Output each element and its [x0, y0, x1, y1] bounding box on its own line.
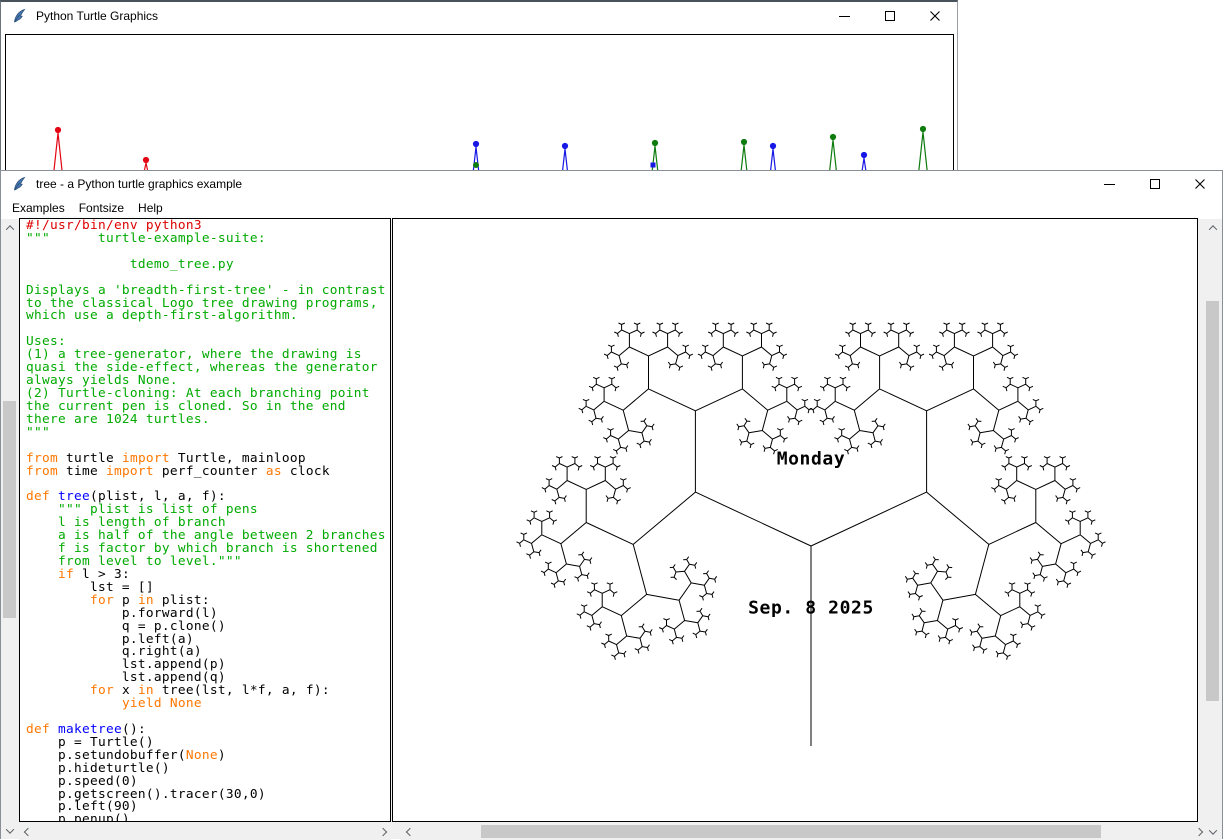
scroll-left-button[interactable]: [19, 823, 36, 840]
minimize-icon: [839, 16, 850, 17]
app-window-title: tree - a Python turtle graphics example: [36, 177, 242, 191]
scroll-right-button[interactable]: [1190, 823, 1207, 840]
tree-example-window: tree - a Python turtle graphics example …: [0, 170, 1223, 839]
code-line: there are 1024 turtles.: [26, 414, 386, 427]
code-line: [26, 323, 386, 336]
menu-item-examples[interactable]: Examples: [5, 198, 72, 218]
code-line: yield None: [26, 698, 386, 711]
scroll-down-button[interactable]: [1, 822, 18, 839]
figure-head-dot: [143, 157, 149, 163]
tk-feather-icon: [12, 176, 27, 192]
turtle-graphics-window: Python Turtle Graphics: [0, 0, 958, 175]
figure-head-dot: [861, 152, 867, 158]
maximize-icon: [885, 11, 895, 21]
code-vscrollbar[interactable]: [1, 219, 18, 839]
scroll-left-button[interactable]: [401, 823, 418, 840]
close-icon: [1194, 178, 1206, 190]
chevron-down-icon: [5, 825, 13, 833]
bg-window-title: Python Turtle Graphics: [36, 9, 158, 23]
code-panel[interactable]: #!/usr/bin/env python3""" turtle-example…: [19, 218, 391, 822]
code-hscrollbar[interactable]: [19, 823, 391, 840]
figure-head-dot: [473, 141, 479, 147]
chevron-left-icon: [23, 827, 31, 835]
app-minimize-button[interactable]: [1087, 171, 1132, 197]
code-line: tdemo_tree.py: [26, 259, 386, 272]
bg-close-button[interactable]: [912, 2, 957, 30]
stick-figure: [741, 145, 747, 173]
chevron-right-icon: [1194, 827, 1202, 835]
menu-item-fontsize[interactable]: Fontsize: [72, 198, 131, 218]
figure-head-dot: [741, 139, 747, 145]
bg-window-titlebar[interactable]: Python Turtle Graphics: [1, 2, 957, 30]
menu-item-help[interactable]: Help: [131, 198, 170, 218]
chevron-up-icon: [1208, 225, 1216, 233]
code-line: which use a depth-first-algorithm.: [26, 310, 386, 323]
figure-head-dot: [770, 143, 776, 149]
figure-square-mark: [651, 163, 656, 168]
figure-dot-mark: [473, 162, 479, 168]
code-line: p.penup(): [26, 814, 386, 822]
maximize-icon: [1150, 179, 1160, 189]
code-line: """ turtle-example-suite:: [26, 233, 386, 246]
code-text[interactable]: #!/usr/bin/env python3""" turtle-example…: [26, 220, 386, 822]
figure-head-dot: [652, 140, 658, 146]
canvas-annotation: Sep. 8 2025: [748, 598, 874, 619]
tk-feather-icon: [12, 8, 27, 24]
minimize-icon: [1104, 184, 1115, 185]
scroll-up-button[interactable]: [1, 219, 18, 236]
chevron-right-icon: [378, 827, 386, 835]
stick-figure: [919, 132, 928, 173]
close-icon: [929, 10, 941, 22]
figure-head-dot: [920, 126, 926, 132]
menubar: Examples Fontsize Help: [1, 197, 1222, 219]
app-close-button[interactable]: [1177, 171, 1222, 197]
stick-figure: [473, 147, 479, 172]
turtle-canvas: Monday Sep. 8 2025: [392, 218, 1198, 822]
canvas-annotation: Monday: [777, 449, 846, 470]
chevron-up-icon: [5, 225, 13, 233]
canvas-hscrollbar[interactable]: [401, 823, 1207, 840]
app-titlebar[interactable]: tree - a Python turtle graphics example: [1, 171, 1222, 197]
canvas-hscrollbar-thumb[interactable]: [481, 825, 1101, 838]
chevron-down-icon: [1208, 826, 1216, 834]
figure-head-dot: [830, 134, 836, 140]
scroll-up-button[interactable]: [1204, 219, 1221, 236]
scroll-right-button[interactable]: [374, 823, 391, 840]
bg-minimize-button[interactable]: [822, 2, 867, 30]
figure-head-dot: [55, 127, 61, 133]
tree-branches: [517, 323, 1106, 746]
code-line: from time import perf_counter as clock: [26, 466, 386, 479]
code-vscrollbar-thumb[interactable]: [3, 401, 16, 618]
canvas-vscrollbar[interactable]: [1204, 219, 1221, 840]
figure-head-dot: [562, 143, 568, 149]
code-line: """: [26, 427, 386, 440]
canvas-vscrollbar-thumb[interactable]: [1206, 301, 1219, 701]
bg-maximize-button[interactable]: [867, 2, 912, 30]
stick-figure: [829, 140, 836, 173]
stick-figure: [54, 133, 63, 173]
app-content: #!/usr/bin/env python3""" turtle-example…: [1, 219, 1222, 839]
app-maximize-button[interactable]: [1132, 171, 1177, 197]
fractal-tree-drawing: [393, 219, 1197, 821]
chevron-left-icon: [405, 827, 413, 835]
stick-figure: [652, 146, 658, 173]
